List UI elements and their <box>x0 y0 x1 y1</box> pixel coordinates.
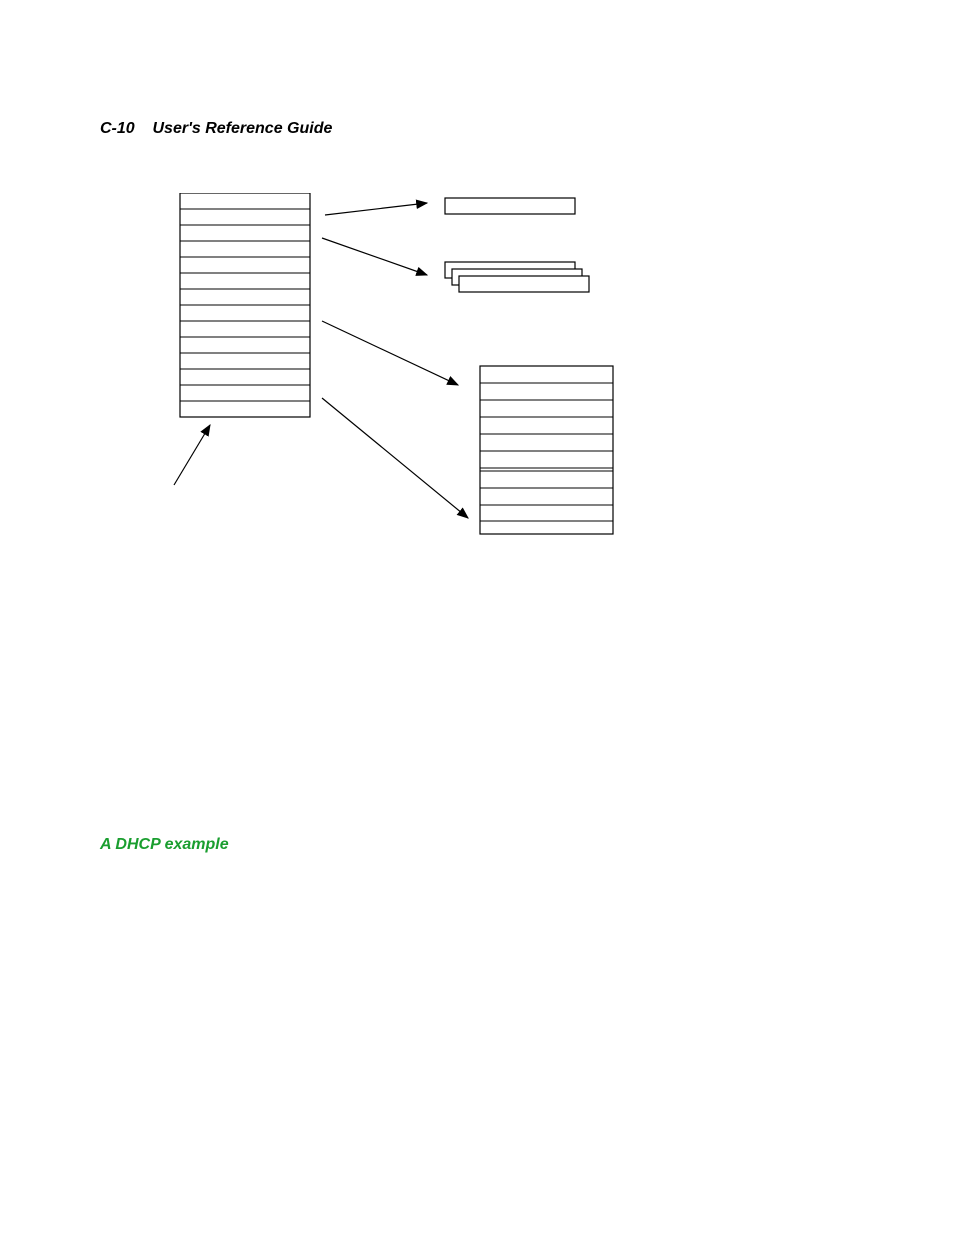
page-number: C-10 <box>100 120 135 137</box>
page-title: User's Reference Guide <box>152 120 332 137</box>
header-separator <box>139 120 148 137</box>
arrow-1 <box>325 203 427 215</box>
arrow-3 <box>322 321 458 385</box>
arrow-in <box>174 425 210 485</box>
right-mid-stack <box>445 262 589 292</box>
arrow-4 <box>322 398 468 518</box>
arrow-2 <box>322 238 427 275</box>
left-stack <box>180 193 310 417</box>
right-top-box <box>445 198 575 214</box>
right-bottom-stack <box>480 366 613 534</box>
section-heading: A DHCP example <box>100 836 229 854</box>
dhcp-diagram <box>100 193 670 573</box>
page-header: C-10 User's Reference Guide <box>100 120 332 138</box>
